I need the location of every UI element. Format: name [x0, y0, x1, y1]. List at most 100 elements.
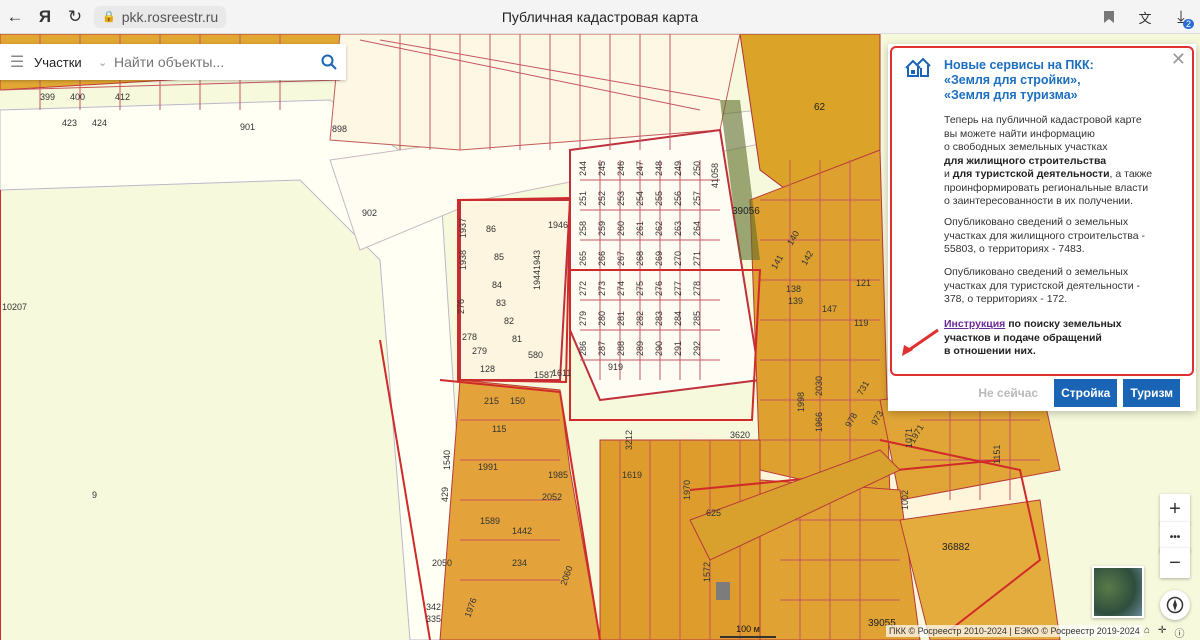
- parcel-label-248[interactable]: 248: [654, 161, 664, 176]
- translate-icon[interactable]: 文: [1130, 0, 1160, 34]
- menu-icon[interactable]: ☰: [0, 52, 34, 72]
- parcel-label-215[interactable]: 215: [484, 396, 499, 406]
- parcel-label-274[interactable]: 274: [616, 281, 626, 296]
- parcel-label-261[interactable]: 261: [635, 221, 645, 236]
- parcel-label-286[interactable]: 286: [578, 341, 588, 356]
- parcel-label-253[interactable]: 253: [616, 191, 626, 206]
- search-icon[interactable]: [312, 54, 346, 70]
- parcel-label-282[interactable]: 282: [635, 311, 645, 326]
- parcel-label-147[interactable]: 147: [822, 304, 837, 314]
- parcel-label-1966[interactable]: 1966: [814, 412, 824, 432]
- refresh-icon[interactable]: ↻: [60, 0, 90, 34]
- parcel-label-279[interactable]: 279: [578, 311, 588, 326]
- parcel-label-283[interactable]: 283: [654, 311, 664, 326]
- yandex-logo-icon[interactable]: Я: [30, 0, 60, 34]
- parcel-label-288[interactable]: 288: [616, 341, 626, 356]
- parcel-label-412[interactable]: 412: [115, 92, 130, 102]
- parcel-label-115[interactable]: 115: [492, 424, 506, 434]
- parcel-label-1611[interactable]: 1611: [552, 368, 571, 378]
- parcel-label-1991[interactable]: 1991: [478, 462, 498, 472]
- parcel-label-2052[interactable]: 2052: [542, 492, 562, 502]
- parcel-label-1442[interactable]: 1442: [512, 526, 532, 536]
- parcel-label-264[interactable]: 264: [692, 221, 702, 236]
- parcel-label-84[interactable]: 84: [492, 280, 502, 290]
- chevron-down-icon[interactable]: ⌄: [98, 56, 114, 69]
- parcel-label-270[interactable]: 270: [673, 251, 683, 266]
- parcel-label-62[interactable]: 62: [814, 102, 826, 113]
- parcel-label-276[interactable]: 276: [456, 299, 466, 314]
- instruction-link[interactable]: Инструкция: [944, 318, 1005, 330]
- zoom-in-button[interactable]: +: [1160, 494, 1190, 524]
- parcel-label-262[interactable]: 262: [654, 221, 664, 236]
- close-icon[interactable]: ✕: [1171, 50, 1186, 68]
- parcel-label-257[interactable]: 257: [692, 191, 702, 206]
- parcel-label-580[interactable]: 580: [528, 350, 543, 360]
- parcel-label-1985[interactable]: 1985: [548, 470, 568, 480]
- crosshair-icon[interactable]: ✛: [1158, 625, 1166, 640]
- parcel-label-281[interactable]: 281: [616, 311, 626, 326]
- parcel-label-265[interactable]: 265: [578, 251, 588, 266]
- parcel-label-919[interactable]: 919: [608, 362, 623, 372]
- parcel-label-285[interactable]: 285: [692, 311, 702, 326]
- parcel-label-86[interactable]: 86: [486, 224, 496, 234]
- parcel-label-280[interactable]: 280: [597, 311, 607, 326]
- parcel-label-234[interactable]: 234: [512, 558, 527, 568]
- parcel-label-1943[interactable]: 1943: [532, 250, 542, 270]
- parcel-label-250[interactable]: 250: [692, 161, 702, 176]
- parcel-label-901[interactable]: 901: [240, 122, 255, 132]
- parcel-label-3620[interactable]: 3620: [730, 430, 750, 440]
- parcel-label-423[interactable]: 423: [62, 118, 77, 128]
- parcel-label-9[interactable]: 9: [92, 490, 97, 500]
- parcel-label-1572[interactable]: 1572: [702, 562, 712, 582]
- home-icon[interactable]: ⌂: [1144, 625, 1150, 640]
- parcel-label-1151[interactable]: 1151: [992, 445, 1002, 464]
- compass-icon[interactable]: [1160, 590, 1190, 620]
- parcel-label-278[interactable]: 278: [692, 281, 702, 296]
- parcel-label-268[interactable]: 268: [635, 251, 645, 266]
- parcel-label-247[interactable]: 247: [635, 161, 645, 176]
- parcel-label-246[interactable]: 246: [616, 161, 626, 176]
- parcel-label-81[interactable]: 81: [512, 334, 522, 344]
- parcel-label-1970[interactable]: 1970: [682, 480, 692, 500]
- parcel-label-272[interactable]: 272: [578, 281, 588, 296]
- parcel-label-276[interactable]: 276: [654, 281, 664, 296]
- parcel-label-1589[interactable]: 1589: [480, 516, 500, 526]
- parcel-label-287[interactable]: 287: [597, 341, 607, 356]
- parcel-label-259[interactable]: 259: [597, 221, 607, 236]
- parcel-label-1071[interactable]: 1071: [904, 428, 914, 448]
- parcel-label-139[interactable]: 139: [788, 296, 803, 306]
- parcel-label-39056[interactable]: 39056: [732, 206, 760, 217]
- parcel-label-290[interactable]: 290: [654, 341, 664, 356]
- parcel-label-121[interactable]: 121: [856, 278, 871, 288]
- search-input[interactable]: [114, 54, 312, 70]
- parcel-label-1946[interactable]: 1946: [548, 220, 568, 230]
- parcel-label-1944[interactable]: 1944: [532, 270, 542, 290]
- search-type-selector[interactable]: Участки: [34, 55, 98, 70]
- parcel-label-260[interactable]: 260: [616, 221, 626, 236]
- satellite-layer-thumbnail[interactable]: [1092, 566, 1144, 618]
- zoom-out-button[interactable]: −: [1160, 548, 1190, 578]
- not-now-button[interactable]: Не сейчас: [968, 386, 1048, 400]
- parcel-label-429[interactable]: 429: [440, 487, 450, 502]
- parcel-label-85[interactable]: 85: [494, 252, 504, 262]
- parcel-label-119[interactable]: 119: [854, 318, 868, 328]
- parcel-label-273[interactable]: 273: [597, 281, 607, 296]
- bookmark-icon[interactable]: [1094, 0, 1124, 34]
- parcel-label-3212[interactable]: 3212: [624, 430, 634, 450]
- back-arrow-icon[interactable]: ←: [0, 0, 30, 34]
- parcel-label-150[interactable]: 150: [510, 396, 525, 406]
- parcel-label-83[interactable]: 83: [496, 298, 506, 308]
- parcel-label-284[interactable]: 284: [673, 311, 683, 326]
- parcel-label-249[interactable]: 249: [673, 161, 683, 176]
- parcel-label-1619[interactable]: 1619: [622, 470, 642, 480]
- parcel-label-10207[interactable]: 10207: [2, 302, 27, 312]
- parcel-label-291[interactable]: 291: [673, 341, 683, 356]
- downloads-icon[interactable]: ⤓ 2: [1166, 0, 1196, 34]
- parcel-label-269[interactable]: 269: [654, 251, 664, 266]
- parcel-label-36882[interactable]: 36882: [942, 542, 970, 553]
- parcel-label-244[interactable]: 244: [578, 161, 588, 176]
- parcel-label-289[interactable]: 289: [635, 341, 645, 356]
- address-bar[interactable]: 🔒 pkk.rosreestr.ru: [94, 5, 227, 28]
- parcel-label-138[interactable]: 138: [786, 284, 801, 294]
- parcel-label-277[interactable]: 277: [673, 281, 683, 296]
